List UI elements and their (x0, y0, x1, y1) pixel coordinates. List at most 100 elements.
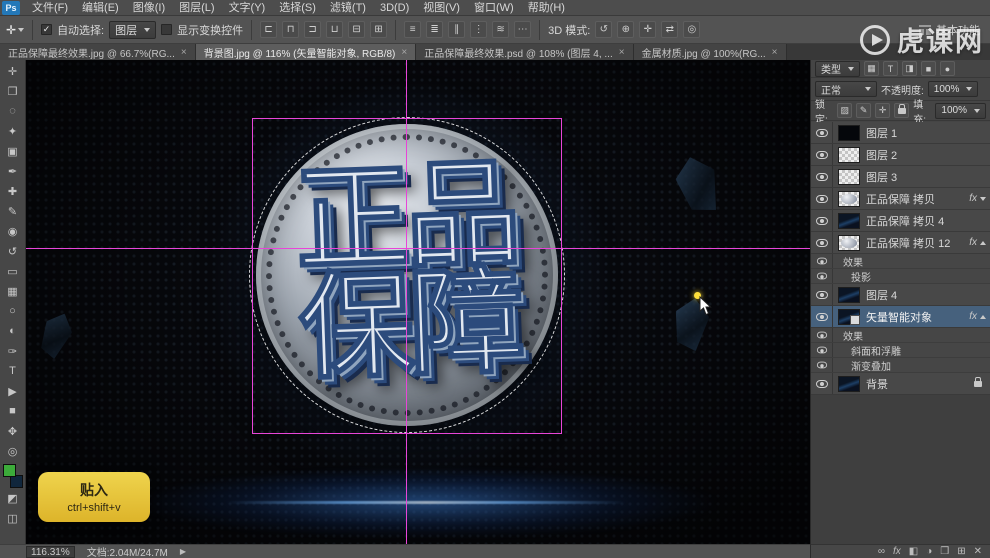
spot-healing-tool[interactable]: ✚ (1, 181, 25, 201)
document-tab[interactable]: 正品保障最终效果.psd @ 108% (图层 4, ... × (416, 44, 634, 60)
type-tool[interactable]: T (1, 361, 25, 381)
eraser-tool[interactable]: ▭ (1, 261, 25, 281)
fx-badge[interactable]: fx (969, 237, 986, 248)
visibility-toggle[interactable] (811, 144, 833, 165)
3d-pan-icon[interactable]: ✛ (639, 21, 657, 38)
menu-filter[interactable]: 滤镜(T) (323, 0, 373, 16)
menu-layer[interactable]: 图层(L) (172, 0, 221, 16)
align-right-icon[interactable]: ⊐ (304, 21, 322, 38)
shape-tool[interactable]: ■ (1, 401, 25, 421)
document-tab[interactable]: 正品保障最终效果.jpg @ 66.7%(RG... × (0, 44, 196, 60)
distribute-left-icon[interactable]: ⋮ (470, 21, 488, 38)
visibility-toggle[interactable] (811, 343, 833, 357)
layer-row[interactable]: 图层 1 (811, 122, 990, 144)
3d-roll-icon[interactable]: ⊕ (617, 21, 635, 38)
tab-close-icon[interactable]: × (772, 47, 778, 58)
align-left-icon[interactable]: ⊏ (260, 21, 278, 38)
effect-row[interactable]: 斜面和浮雕 (811, 343, 990, 358)
color-swatches[interactable] (2, 464, 23, 488)
visibility-toggle[interactable] (811, 254, 833, 268)
fill-field[interactable]: 100% (935, 102, 986, 119)
layer-row[interactable]: 正品保障 拷贝 4 (811, 210, 990, 232)
marquee-tool[interactable]: ❒ (1, 81, 25, 101)
fx-badge[interactable]: fx (969, 311, 986, 322)
pen-tool[interactable]: ✑ (1, 341, 25, 361)
link-layers-icon[interactable]: ∞ (878, 545, 885, 558)
visibility-toggle[interactable] (811, 166, 833, 187)
visibility-toggle[interactable] (811, 210, 833, 231)
foreground-color-swatch[interactable] (2, 464, 16, 477)
3d-scale-icon[interactable]: ◎ (683, 21, 701, 38)
path-selection-tool[interactable]: ▶ (1, 381, 25, 401)
hand-tool[interactable]: ✥ (1, 421, 25, 441)
quick-mask-button[interactable]: ◩ (1, 488, 25, 508)
visibility-toggle[interactable] (811, 122, 833, 143)
visibility-toggle[interactable] (811, 284, 833, 305)
effect-row[interactable]: 投影 (811, 269, 990, 284)
visibility-toggle[interactable] (811, 269, 833, 283)
gradient-tool[interactable]: ▦ (1, 281, 25, 301)
layer-row[interactable]: 正品保障 拷贝 12 fx (811, 232, 990, 254)
visibility-toggle[interactable] (811, 306, 833, 327)
auto-select-checkbox[interactable] (41, 24, 53, 35)
align-center-h-icon[interactable]: ⊓ (282, 21, 300, 38)
visibility-toggle[interactable] (811, 328, 833, 342)
kind-filter-dropdown[interactable]: 类型 (815, 60, 860, 77)
screen-mode-button[interactable]: ◫ (1, 508, 25, 528)
vertical-guide[interactable] (406, 60, 407, 544)
lock-transparency-icon[interactable]: ▨ (837, 103, 853, 118)
distribute-bottom-icon[interactable]: ∥ (448, 21, 466, 38)
new-adjustment-layer-icon[interactable]: ◑ (926, 545, 932, 558)
canvas[interactable]: 正品 保障 贴入 ctrl+shift+v (26, 60, 810, 544)
distribute-right-icon[interactable]: ⋯ (514, 21, 532, 38)
distribute-top-icon[interactable]: ≡ (404, 21, 422, 38)
menu-image[interactable]: 图像(I) (126, 0, 172, 16)
lock-pixels-icon[interactable]: ✎ (856, 103, 872, 118)
auto-select-target-dropdown[interactable]: 图层 (109, 20, 157, 39)
filter-shape-icon[interactable]: ■ (921, 61, 936, 76)
lock-position-icon[interactable]: ✛ (875, 103, 891, 118)
visibility-toggle[interactable] (811, 373, 833, 394)
dodge-tool[interactable]: ◐ (1, 321, 25, 341)
menu-3d[interactable]: 3D(D) (373, 0, 416, 16)
visibility-toggle[interactable] (811, 188, 833, 209)
distribute-middle-icon[interactable]: ≣ (426, 21, 444, 38)
lock-all-icon[interactable] (894, 103, 910, 118)
eyedropper-tool[interactable]: ✒ (1, 161, 25, 181)
filter-adjustment-icon[interactable]: ◨ (902, 61, 917, 76)
crop-tool[interactable]: ▣ (1, 141, 25, 161)
new-layer-icon[interactable]: ⊞ (957, 545, 965, 558)
visibility-toggle[interactable] (811, 358, 833, 372)
workspace-switcher[interactable]: 基本功能 (919, 22, 980, 38)
align-middle-v-icon[interactable]: ⊟ (348, 21, 366, 38)
layer-row[interactable]: 图层 2 (811, 144, 990, 166)
opacity-field[interactable]: 100% (927, 81, 979, 97)
add-layer-style-icon[interactable]: fx (893, 545, 901, 558)
quick-selection-tool[interactable]: ✦ (1, 121, 25, 141)
tab-close-icon[interactable]: × (181, 47, 187, 58)
align-bottom-icon[interactable]: ⊞ (370, 21, 388, 38)
show-transform-checkbox[interactable] (161, 24, 173, 35)
layer-row[interactable]: 正品保障 拷贝 fx (811, 188, 990, 210)
menu-file[interactable]: 文件(F) (25, 0, 75, 16)
history-brush-tool[interactable]: ↺ (1, 241, 25, 261)
document-tab-active[interactable]: 背景图.jpg @ 116% (矢量智能对象, RGB/8) × (195, 44, 417, 60)
zoom-level-field[interactable]: 116.31% (26, 545, 75, 558)
tab-close-icon[interactable]: × (401, 47, 407, 58)
tab-close-icon[interactable]: × (619, 47, 625, 58)
effects-header-row[interactable]: 效果 (811, 254, 990, 269)
filter-smart-object-icon[interactable]: ● (940, 61, 955, 76)
3d-rotate-icon[interactable]: ↺ (595, 21, 613, 38)
horizontal-guide[interactable] (26, 248, 810, 249)
effects-header-row[interactable]: 效果 (811, 328, 990, 343)
effect-row[interactable]: 渐变叠加 (811, 358, 990, 373)
layer-row-selected[interactable]: 矢量智能对象 fx (811, 306, 990, 328)
current-tool-icon[interactable]: ✛ (6, 23, 25, 37)
visibility-toggle[interactable] (811, 232, 833, 253)
menu-window[interactable]: 窗口(W) (467, 0, 521, 16)
align-top-icon[interactable]: ⊔ (326, 21, 344, 38)
menu-view[interactable]: 视图(V) (416, 0, 467, 16)
menu-help[interactable]: 帮助(H) (521, 0, 572, 16)
move-tool[interactable]: ✛ (1, 61, 25, 81)
document-tab[interactable]: 金属材质.jpg @ 100%(RG... × (633, 44, 787, 60)
